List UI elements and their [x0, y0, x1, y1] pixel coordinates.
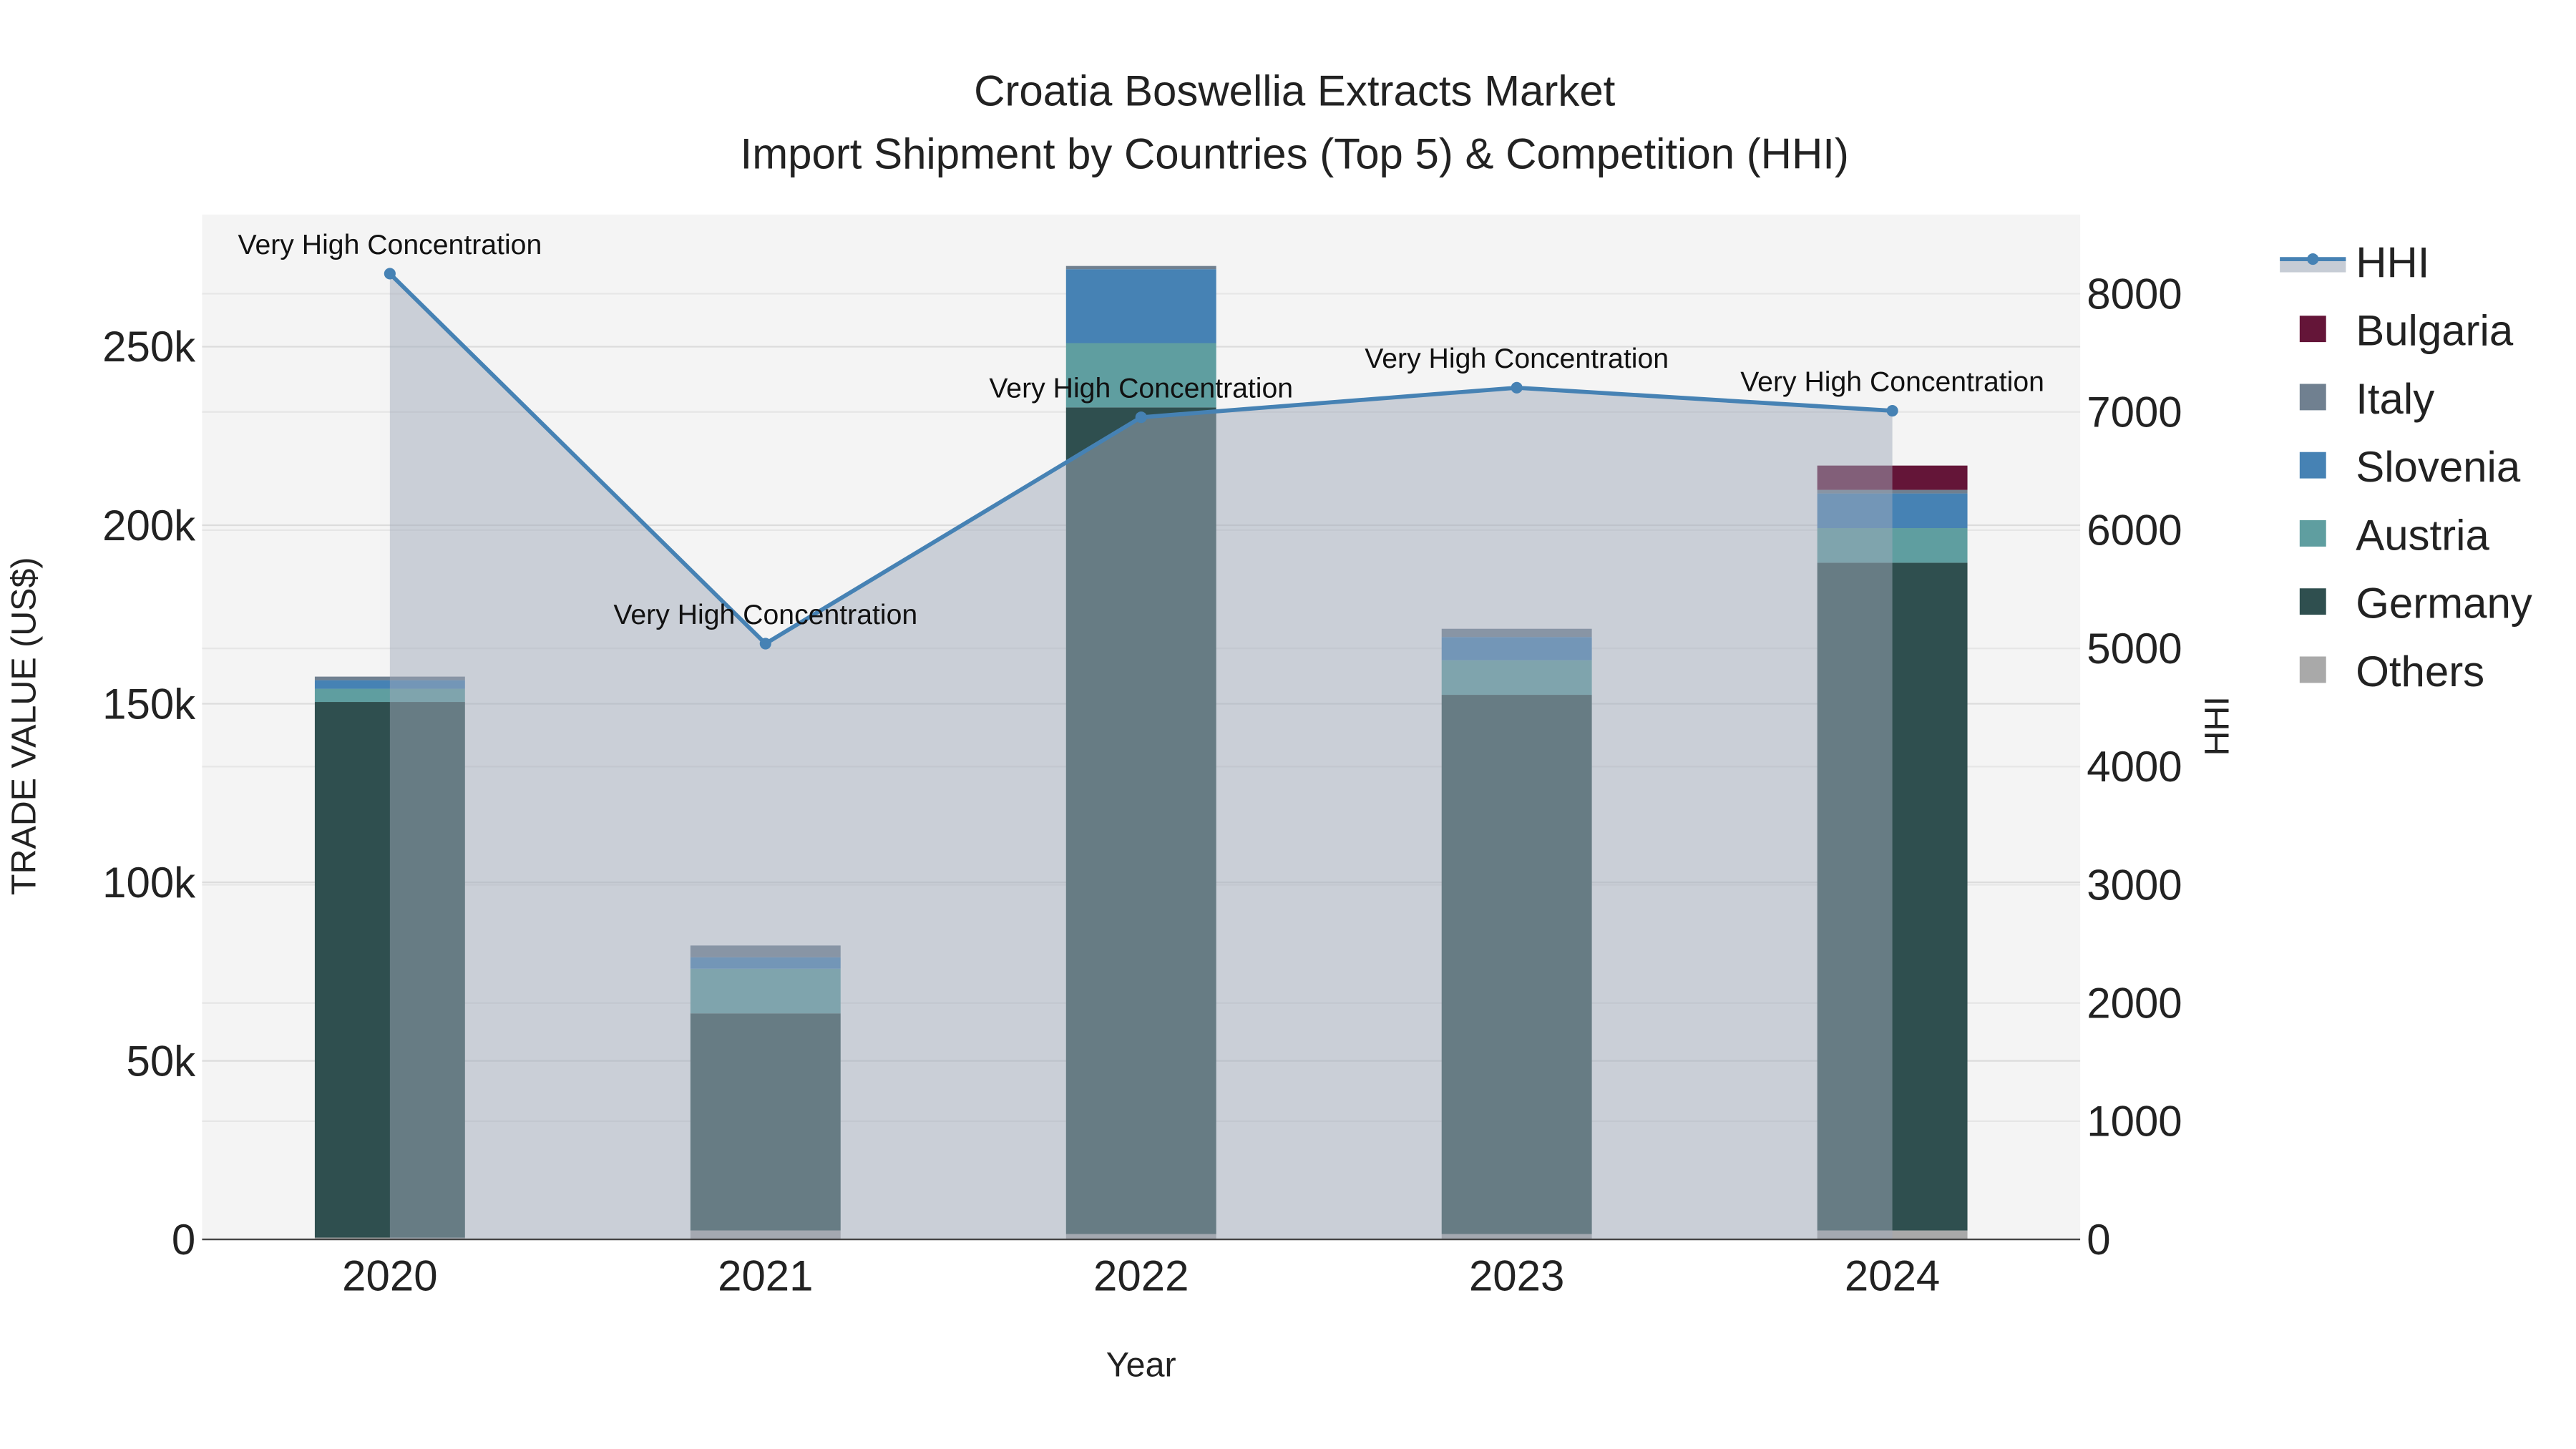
- legend-item-hhi[interactable]: HHI: [2280, 238, 2429, 286]
- legend-label: HHI: [2356, 238, 2429, 286]
- chart-title: Croatia Boswellia Extracts Market: [974, 67, 1616, 115]
- chart-subtitle: Import Shipment by Countries (Top 5) & C…: [741, 130, 1849, 177]
- legend-swatch: [2299, 452, 2326, 479]
- legend-label: Italy: [2356, 375, 2434, 423]
- x-tick-label: 2024: [1845, 1252, 1940, 1300]
- y2-tick-label: 7000: [2087, 388, 2182, 436]
- y-tick-label: 0: [172, 1216, 195, 1264]
- legend-item-italy[interactable]: Italy: [2299, 375, 2434, 423]
- legend-swatch: [2299, 588, 2326, 615]
- chart: Very High Concentration Very High Concent…: [4, 67, 2532, 1385]
- legend: HHI Bulgaria Italy Slovenia Austria Germany Ot…: [2280, 238, 2532, 696]
- legend-item-germany[interactable]: Germany: [2299, 580, 2532, 628]
- legend-hhi-marker: [2307, 253, 2319, 265]
- legend-swatch: [2299, 384, 2326, 411]
- legend-label: Others: [2356, 648, 2484, 696]
- hhi-annotation: Very High Concentration: [1740, 366, 2044, 397]
- y2-tick-label: 4000: [2087, 743, 2182, 791]
- x-tick-label: 2021: [718, 1252, 813, 1300]
- legend-label: Bulgaria: [2356, 307, 2514, 355]
- hhi-point-2021[interactable]: [759, 638, 771, 650]
- legend-item-slovenia[interactable]: Slovenia: [2299, 443, 2521, 491]
- legend-label: Slovenia: [2356, 443, 2521, 491]
- hhi-annotation: Very High Concentration: [238, 230, 542, 260]
- x-tick-label: 2022: [1093, 1252, 1189, 1300]
- legend-item-others[interactable]: Others: [2299, 648, 2484, 696]
- bar-italy-2022[interactable]: [1065, 265, 1216, 270]
- y2-tick-label: 3000: [2087, 861, 2182, 909]
- y-tick-label: 100k: [102, 859, 196, 907]
- y2-tick-label: 0: [2087, 1216, 2110, 1264]
- y2-tick-label: 2000: [2087, 979, 2182, 1027]
- y2-tick-label: 1000: [2087, 1098, 2182, 1146]
- legend-swatch: [2299, 519, 2326, 547]
- y-axis-label: TRADE VALUE (US$): [4, 557, 43, 895]
- legend-item-bulgaria[interactable]: Bulgaria: [2299, 307, 2514, 355]
- legend-swatch: [2299, 656, 2326, 683]
- y2-tick-label: 6000: [2087, 507, 2182, 555]
- legend-label: Austria: [2356, 511, 2489, 559]
- bar-slovenia-2022[interactable]: [1065, 269, 1216, 343]
- x-tick-label: 2020: [342, 1252, 437, 1300]
- hhi-point-2023[interactable]: [1511, 381, 1523, 394]
- x-tick-label: 2023: [1469, 1252, 1564, 1300]
- y2-tick-label: 8000: [2087, 270, 2182, 318]
- y-tick-label: 250k: [102, 323, 196, 371]
- hhi-annotation: Very High Concentration: [613, 600, 917, 630]
- hhi-point-2020[interactable]: [384, 268, 396, 280]
- y2-axis-label: HHI: [2198, 696, 2237, 756]
- legend-label: Germany: [2356, 580, 2532, 628]
- legend-item-austria[interactable]: Austria: [2299, 511, 2490, 559]
- x-axis-label: Year: [1106, 1346, 1176, 1385]
- hhi-annotation: Very High Concentration: [989, 373, 1293, 404]
- y-tick-label: 50k: [127, 1037, 197, 1085]
- hhi-point-2022[interactable]: [1135, 411, 1147, 424]
- y-tick-label: 200k: [102, 502, 196, 550]
- y2-tick-label: 5000: [2087, 625, 2182, 673]
- hhi-annotation: Very High Concentration: [1365, 343, 1669, 374]
- hhi-point-2024[interactable]: [1886, 404, 1898, 417]
- y-tick-label: 150k: [102, 680, 196, 728]
- legend-swatch: [2299, 316, 2326, 343]
